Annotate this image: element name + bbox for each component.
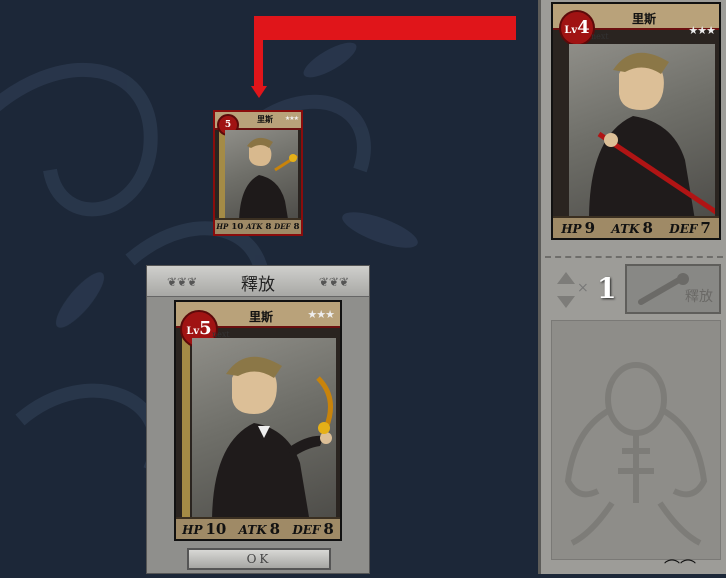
card-artwork bbox=[569, 44, 715, 216]
card-name: 里斯 bbox=[257, 114, 273, 124]
emblem-panel bbox=[551, 320, 721, 560]
pointer-arrow-bar bbox=[254, 16, 516, 40]
release-dialog: ❦❦❦ 釋放 ❦❦❦ Lv5 next 里斯 ★★★ HP 10 ATK 8 D… bbox=[146, 265, 370, 574]
ornament-icon: ⌒⌒ bbox=[663, 558, 696, 577]
card-level-badge: Lv4 bbox=[559, 10, 595, 46]
card-stats-bar: HP 10 ATK 8 DEF 8 bbox=[176, 517, 340, 539]
card-stats-bar: HP 9 ATK 8 DEF 7 bbox=[553, 216, 719, 238]
quantity-value: 1 bbox=[597, 272, 617, 305]
release-item-label: 釋放 bbox=[685, 289, 713, 305]
card-stars: ★★★ bbox=[307, 308, 335, 321]
right-side-panel: Lv4 next 里斯 ★★★ HP 9 ATK 8 DEF 7 × 1 釋放 … bbox=[538, 0, 726, 577]
character-portrait-icon bbox=[239, 137, 298, 218]
character-portrait-icon bbox=[212, 356, 333, 517]
card-stars: ★★★ bbox=[284, 115, 299, 122]
up-down-arrows-icon[interactable] bbox=[555, 270, 577, 310]
card-stats-bar: HP 10 ATK 8 DEF 8 bbox=[215, 218, 301, 234]
small-character-card[interactable]: 5 里斯 ★★★ HP 10 ATK 8 DEF 8 bbox=[213, 110, 303, 236]
release-character-card[interactable]: Lv5 next 里斯 ★★★ HP 10 ATK 8 DEF 8 bbox=[174, 300, 342, 541]
card-name: 里斯 bbox=[631, 12, 656, 26]
card-next-label: next bbox=[591, 32, 609, 41]
selected-character-card[interactable]: Lv4 next 里斯 ★★★ HP 9 ATK 8 DEF 7 bbox=[551, 2, 721, 240]
panel-divider bbox=[545, 256, 723, 258]
release-item-slot[interactable]: 釋放 bbox=[625, 264, 721, 314]
frog-emblem-icon bbox=[564, 362, 708, 546]
pointer-arrow-head-icon bbox=[251, 86, 267, 98]
card-stars: ★★★ bbox=[688, 24, 716, 37]
multiplier-sign: × bbox=[577, 280, 589, 296]
card-artwork bbox=[225, 130, 298, 218]
ok-button[interactable]: OK bbox=[187, 548, 331, 570]
pointer-arrow-stem bbox=[254, 16, 263, 88]
card-name: 里斯 bbox=[248, 310, 273, 324]
character-portrait-icon bbox=[589, 52, 715, 216]
ornament-right-icon: ❦❦❦ bbox=[318, 275, 349, 289]
release-title-bar: ❦❦❦ 釋放 ❦❦❦ bbox=[147, 266, 369, 297]
card-artwork bbox=[192, 338, 336, 517]
